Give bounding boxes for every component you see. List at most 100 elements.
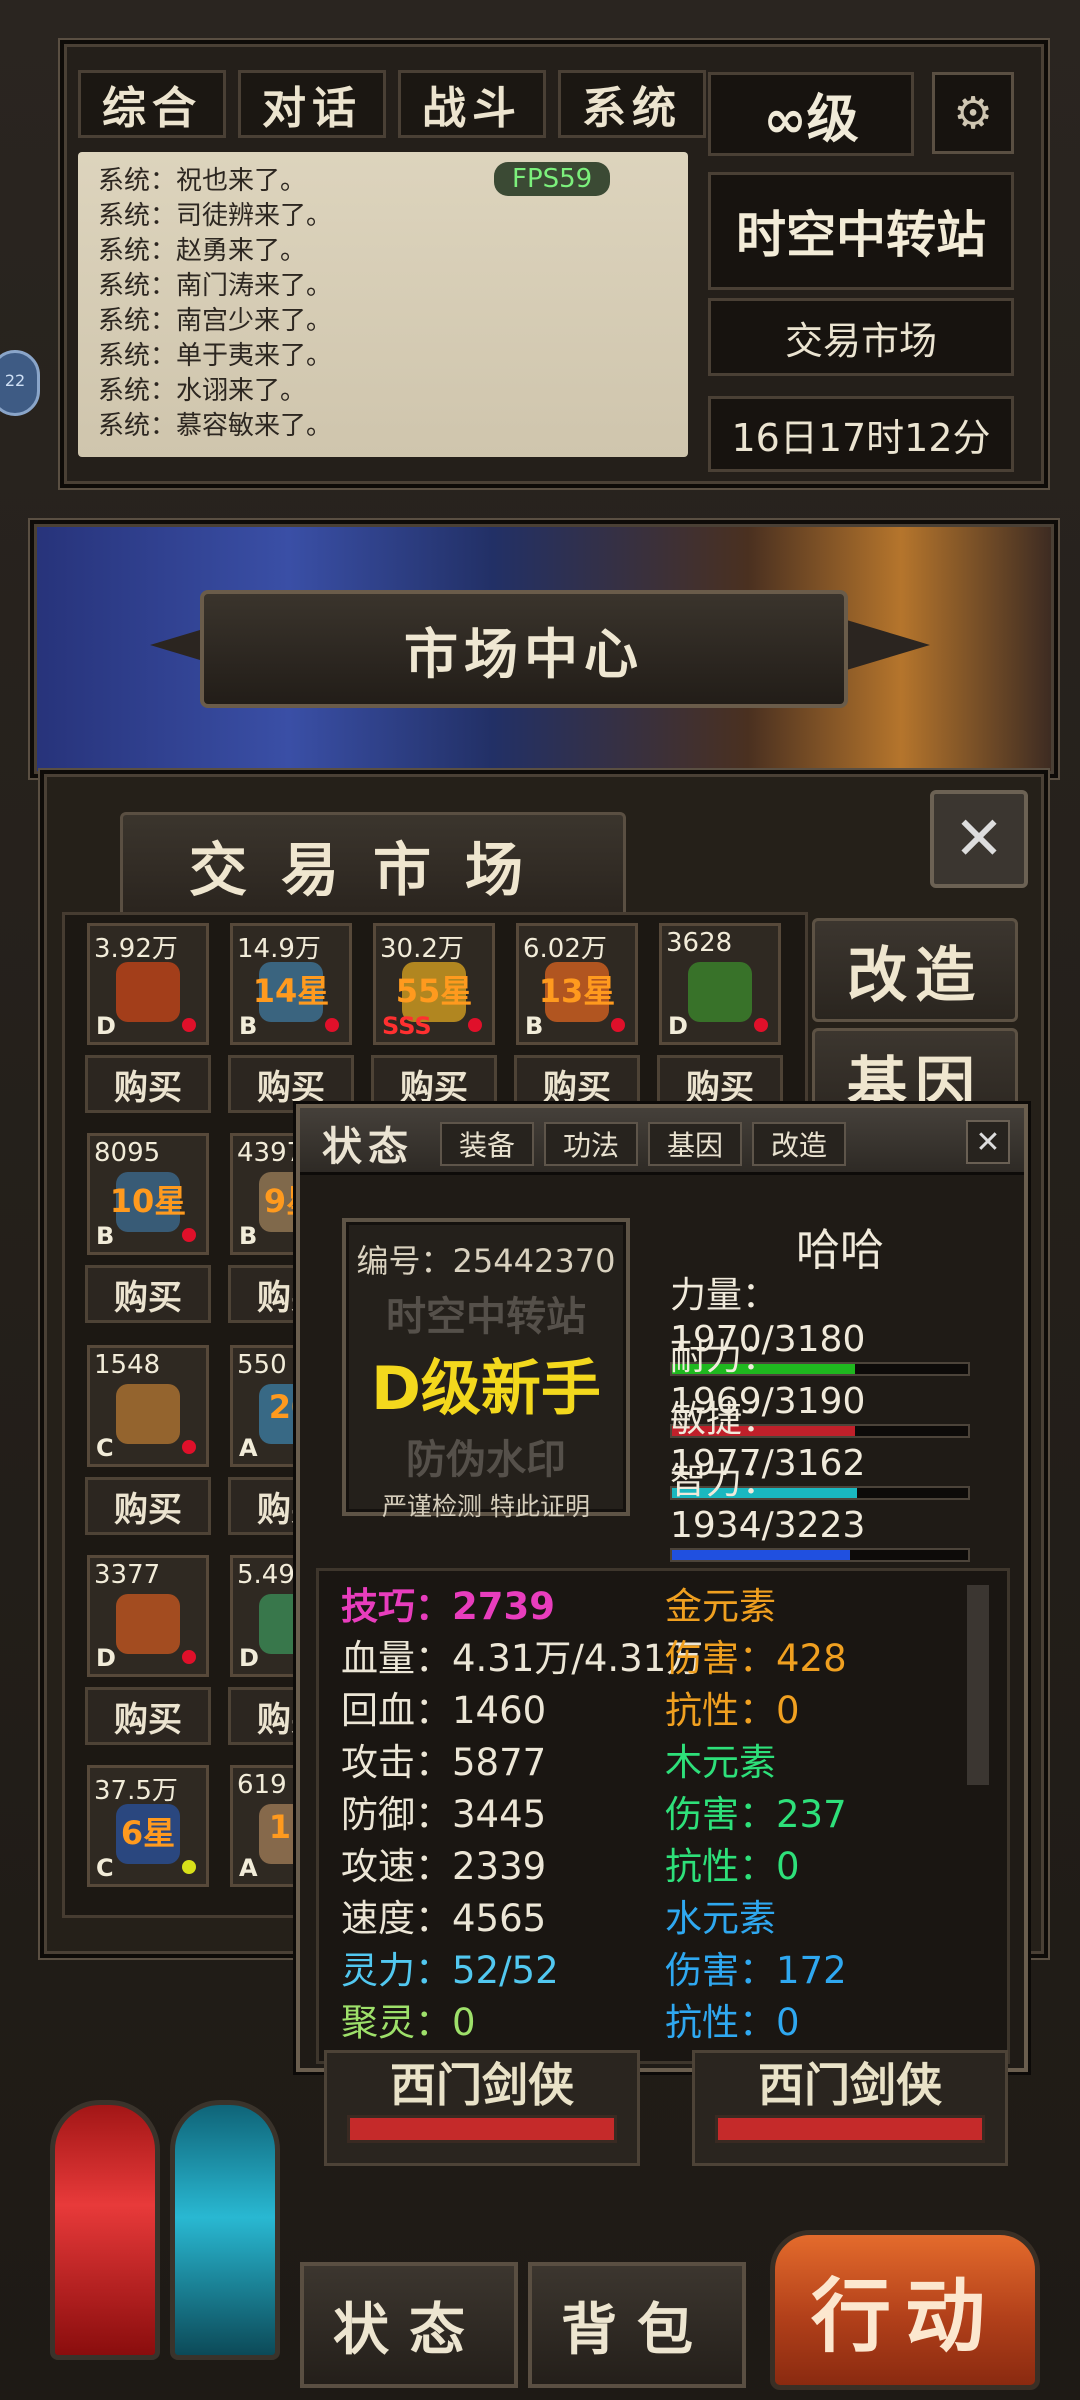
watermark-location: 时空中转站 [386,1294,586,1340]
bag-button[interactable]: 背包 [528,2262,746,2388]
stat-line: 速度：4565 [341,1897,547,1940]
attr-bar [670,1548,970,1562]
item-grade: SSS [382,1012,432,1040]
market-item-slot[interactable]: 1548 C [87,1345,209,1467]
item-star: 10星 [109,1182,187,1220]
element-stat-line: 抗性：0 [665,1689,800,1732]
item-status-dot [182,1860,196,1874]
market-item-slot[interactable]: 30.2万 55星 SSS [373,923,495,1045]
item-grade: B [239,1222,258,1250]
tab-dialog[interactable]: 对话 [238,70,386,138]
stat-line: 血量：4.31万/4.31万 [341,1637,704,1680]
market-item-slot[interactable]: 6.02万 13星 B [516,923,638,1045]
chat-log[interactable]: 系统：祝也来了。 系统：司徒辨来了。 系统：赵勇来了。 系统：南门涛来了。 系统… [78,152,688,457]
item-price: 550 [237,1350,287,1380]
modify-button[interactable]: 改造 [812,918,1018,1022]
certificate-note: 严谨检测 特此证明 [382,1492,590,1521]
stat-line: 回血：1460 [341,1689,547,1732]
stat-line: 灵力：52/52 [341,1949,559,1992]
equipment-icon [116,1594,180,1654]
tab-battle[interactable]: 战斗 [398,70,546,138]
element-stat-line: 木元素 [665,1741,776,1784]
market-item-slot[interactable]: 3628 D [659,923,781,1045]
stats-left-column: 技巧：2739 血量：4.31万/4.31万 回血：1460 攻击：5877 防御：34… [341,1581,703,2049]
item-price: 619 [237,1770,287,1800]
market-item-slot[interactable]: 14.9万 14星 B [230,923,352,1045]
player-name: 哈哈 [796,1225,884,1276]
tab-genes[interactable]: 基因 [648,1122,742,1166]
item-grade: B [96,1222,115,1250]
item-status-dot [182,1018,196,1032]
market-item-slot[interactable]: 37.5万 6星 C [87,1765,209,1887]
item-price: 3.92万 [94,934,178,964]
item-grade: C [96,1854,114,1882]
item-grade: A [239,1854,258,1882]
side-badge[interactable]: 22 [0,350,40,416]
equipment-icon [688,962,752,1022]
element-stat-line: 伤害：172 [665,1949,847,1992]
market-item-slot[interactable]: 3377 D [87,1555,209,1677]
player-rank: D级新手 [371,1354,601,1424]
stat-line: 攻速：2339 [341,1845,547,1888]
enemy-card[interactable]: 西门剑侠 [692,2050,1008,2166]
item-status-dot [182,1440,196,1454]
market-close-button[interactable]: ✕ [930,790,1028,888]
buy-button[interactable]: 购买 [85,1477,211,1535]
level-display: ∞级 [708,72,914,156]
item-status-dot [611,1018,625,1032]
item-star: 6星 [120,1814,176,1852]
item-star: 13星 [538,972,616,1010]
chat-line: 系统：赵勇来了。 [98,236,307,266]
item-status-dot [754,1018,768,1032]
item-price: 37.5万 [94,1776,178,1806]
item-grade: A [239,1434,258,1462]
tab-modify[interactable]: 改造 [752,1122,846,1166]
item-grade: C [96,1434,114,1462]
buy-button[interactable]: 购买 [85,1265,211,1323]
item-grade: B [525,1012,544,1040]
tab-equipment[interactable]: 装备 [440,1122,534,1166]
item-price: 5.49 [237,1560,295,1590]
player-certificate: 编号：25442370 时空中转站 D级新手 防伪水印 严谨检测 特此证明 [342,1218,630,1521]
status-button[interactable]: 状态 [300,2262,518,2388]
game-time: 16日17时12分 [708,396,1014,472]
item-price: 4397 [237,1138,304,1168]
buy-button[interactable]: 购买 [85,1055,211,1113]
trade-market-button[interactable]: 交易市场 [708,298,1014,376]
chat-line: 系统：水诩来了。 [98,376,307,406]
equipment-icon [116,962,180,1022]
chat-line: 系统：南门涛来了。 [98,271,333,301]
top-panel: 综合 对话 战斗 系统 ∞级 ⚙ 系统：祝也来了。 系统：司徒辨来了。 系统：赵… [60,40,1048,488]
fps-counter: FPS59 [494,162,611,196]
watermark-anti-fake: 防伪水印 [406,1437,566,1483]
stats-scrollbar[interactable] [967,1585,989,1785]
tab-all[interactable]: 综合 [78,70,226,138]
item-status-dot [468,1018,482,1032]
status-title: 状态 [322,1124,414,1170]
settings-gear-icon[interactable]: ⚙ [932,72,1014,154]
market-item-slot[interactable]: 3.92万 D [87,923,209,1045]
enemy-name: 西门剑侠 [758,2058,942,2112]
tab-system[interactable]: 系统 [558,70,706,138]
buy-button[interactable]: 购买 [85,1687,211,1745]
element-stat-line: 伤害：428 [665,1637,847,1680]
stats-panel[interactable]: 技巧：2739 血量：4.31万/4.31万 回血：1460 攻击：5877 防御：34… [316,1568,1010,2064]
stat-line: 技巧：2739 [341,1585,555,1628]
enemy-card[interactable]: 西门剑侠 [324,2050,640,2166]
attr-intellect: 智力：1934/3223 [670,1460,970,1562]
attr-bar-fill [672,1550,850,1560]
item-grade: D [96,1644,116,1672]
market-item-slot[interactable]: 8095 10星 B [87,1133,209,1255]
item-grade: D [96,1012,116,1040]
stat-line: 防御：3445 [341,1793,547,1836]
element-stat-line: 抗性：0 [665,2001,800,2044]
element-stat-line: 金元素 [665,1585,776,1628]
tab-skills[interactable]: 功法 [544,1122,638,1166]
item-price: 8095 [94,1138,161,1168]
enemy-hp-bar [347,2115,617,2143]
action-button[interactable]: 行动 [770,2230,1040,2390]
mp-vial [170,2100,280,2360]
location-button[interactable]: 时空中转站 [708,172,1014,290]
status-close-button[interactable]: ✕ [966,1120,1010,1164]
stat-line: 聚灵：0 [341,2001,476,2044]
